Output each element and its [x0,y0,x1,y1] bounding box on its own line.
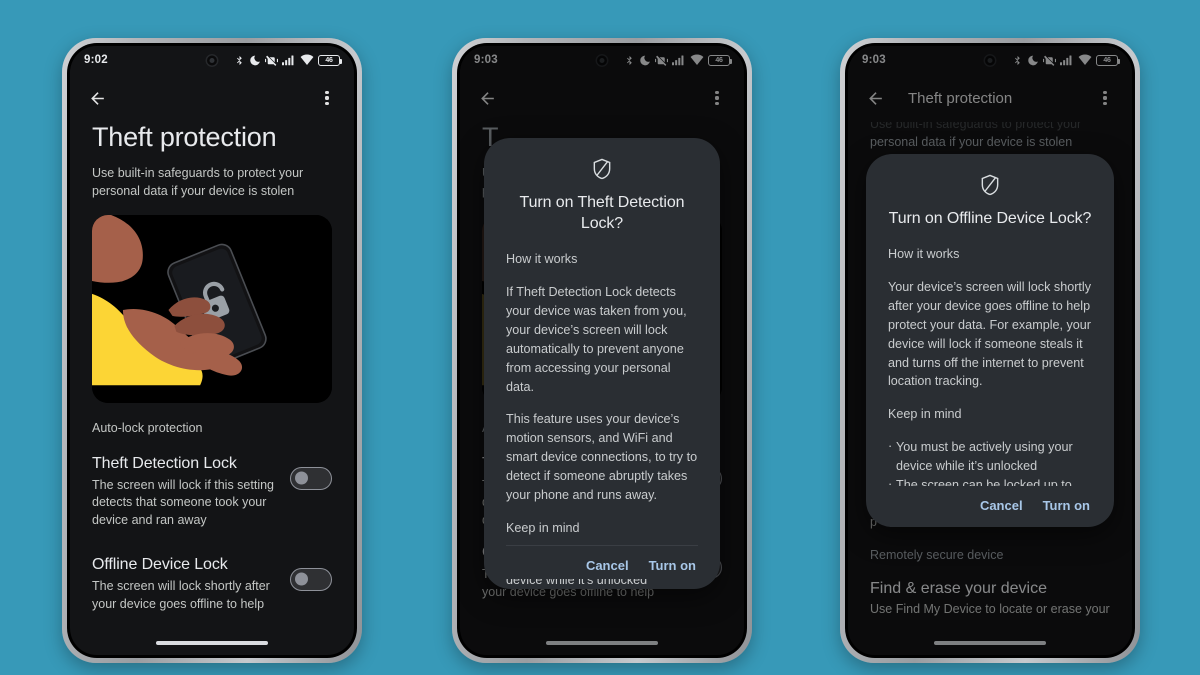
theft-detection-lock-toggle[interactable] [290,466,332,490]
offline-device-lock-dialog: Turn on Offline Device Lock? How it work… [866,154,1114,527]
cancel-button[interactable]: Cancel [586,558,629,573]
dialog-section-heading-keep-in-mind: Keep in mind [888,407,962,422]
setting-title: Offline Device Lock [92,555,228,573]
phone-2-screen: 9:03 46 T your device goes offline to he… [460,46,744,655]
person-holding-phone-with-unlocked-padlock-illustration [92,214,332,403]
status-bar-1: 9:02 46 [70,46,354,74]
dialog-scroll-area[interactable]: How it works If Theft Detection Lock det… [506,234,698,586]
dialog-title: Turn on Theft Detection Lock? [519,194,685,233]
dialog-actions: Cancel Turn on [888,486,1092,519]
back-arrow-icon[interactable] [84,85,110,111]
dialog-section-heading-how-it-works: How it works [888,247,960,262]
phone-3-screen: 9:03 46 Theft protection Use built-in sa… [848,46,1132,655]
front-camera-punch-hole [205,54,219,67]
section-label-autolock: Auto-lock protection [92,420,203,435]
dialog-paragraph-1: Your device’s screen will lock shortly a… [888,280,1091,389]
theft-detection-lock-dialog: Turn on Theft Detection Lock? How it wor… [484,138,720,589]
do-not-disturb-moon-icon [250,55,260,65]
phone-1-bezel: 9:02 46 Theft protection Use built-in sa… [67,43,357,658]
shield-slash-icon [888,174,1092,196]
cancel-button[interactable]: Cancel [980,498,1023,513]
shield-slash-icon [506,158,698,180]
theft-protection-illustration [92,214,332,403]
vibrate-off-icon [265,55,278,66]
dialog-bullet-1: You must be actively using your device w… [888,437,1092,476]
turn-on-button[interactable]: Turn on [1043,498,1090,513]
phone-device-2: 9:03 46 T your device goes offline to he… [452,38,752,663]
turn-on-button[interactable]: Turn on [649,558,696,573]
battery-icon: 46 [318,54,343,66]
phone-device-3: 9:03 46 Theft protection Use built-in sa… [840,38,1140,663]
dialog-paragraph-2: This feature uses your device’s motion s… [506,412,698,503]
app-bar-1 [70,74,354,122]
bluetooth-icon [237,55,242,65]
phone-3-bezel: 9:03 46 Theft protection Use built-in sa… [845,43,1135,658]
phone-2-bezel: 9:03 46 T your device goes offline to he… [457,43,747,658]
page-title: Theft protection [92,122,277,152]
setting-row-offline-device-lock[interactable]: Offline Device Lock The screen will lock… [92,556,332,614]
setting-row-theft-detection-lock[interactable]: Theft Detection Lock The screen will loc… [92,455,332,530]
offline-device-lock-toggle[interactable] [290,567,332,591]
dialog-paragraph-1: If Theft Detection Lock detects your dev… [506,285,687,394]
dialog-body: How it works If Theft Detection Lock det… [506,250,698,586]
page-content-1: Theft protection Use built-in safeguards… [70,122,354,655]
status-bar-icons: 46 [234,54,343,67]
dialog-body: How it works Your device’s screen will l… [888,245,1092,514]
screenshot-stage: 9:02 46 Theft protection Use built-in sa… [0,0,1200,675]
phone-device-1: 9:02 46 Theft protection Use built-in sa… [62,38,362,663]
phone-1-screen: 9:02 46 Theft protection Use built-in sa… [70,46,354,655]
dialog-title: Turn on Offline Device Lock? [888,210,1092,227]
wifi-icon [300,54,314,65]
gesture-nav-bar-1[interactable] [70,635,354,651]
dialog-section-heading-how-it-works: How it works [506,252,578,267]
battery-level: 46 [325,56,333,64]
more-options-icon[interactable] [314,85,340,111]
setting-title: Theft Detection Lock [92,454,237,472]
dialog-section-heading-keep-in-mind: Keep in mind [506,520,580,535]
setting-description: The screen will lock if this setting det… [92,477,275,528]
status-bar-clock: 9:02 [84,54,108,66]
dialog-actions: Cancel Turn on [506,545,698,579]
cellular-signal-icon [282,55,294,66]
page-subtitle: Use built-in safeguards to protect your … [92,166,304,198]
setting-description: The screen will lock shortly after your … [92,578,270,611]
